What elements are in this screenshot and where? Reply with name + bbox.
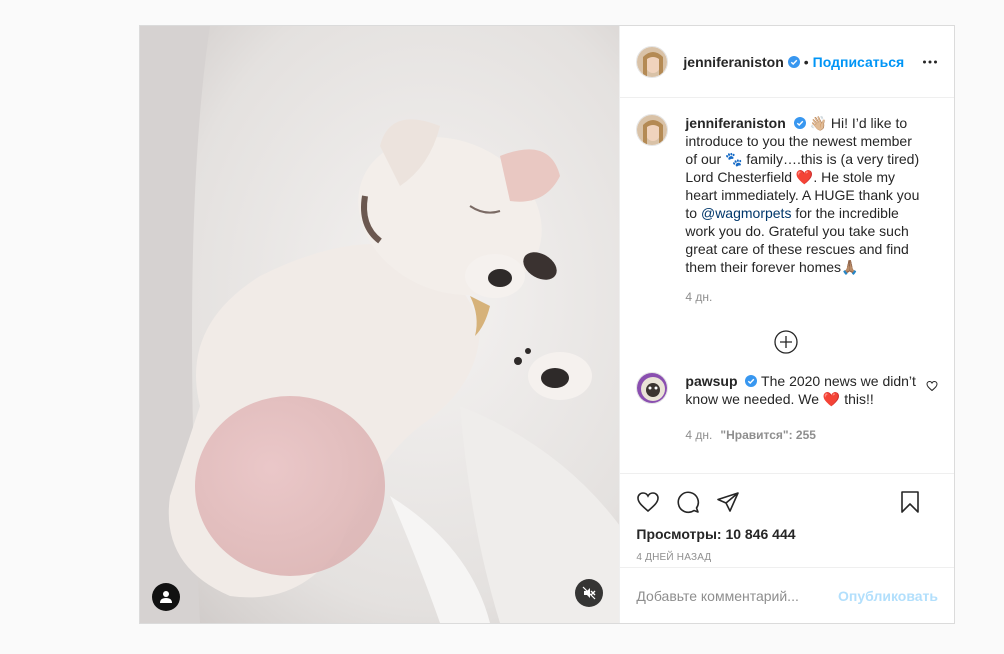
action-icons	[636, 482, 938, 522]
comment-input[interactable]	[636, 587, 839, 604]
view-count[interactable]: Просмотры: 10 846 444	[636, 526, 938, 542]
comment-username[interactable]: pawsup	[685, 373, 737, 389]
post-container: jenniferaniston • Подписаться jenniferan…	[139, 25, 955, 624]
puppy-photo	[140, 26, 620, 623]
avatar-image	[637, 373, 668, 403]
caption-avatar[interactable]	[636, 114, 669, 146]
post-sidebar: jenniferaniston • Подписаться jenniferan…	[619, 26, 954, 623]
post-actions: Просмотры: 10 846 444 4 ДНЕЙ НАЗАД	[620, 473, 954, 567]
comment-icon[interactable]	[676, 490, 700, 514]
heart-icon[interactable]	[636, 490, 660, 514]
comment-likes[interactable]: "Нравится": 255	[720, 428, 816, 442]
more-icon[interactable]	[922, 54, 938, 70]
mention-link[interactable]: @wagmorpets	[701, 205, 791, 221]
comment-meta: 4 дн. "Нравится": 255	[685, 426, 923, 444]
comment-time[interactable]: 4 дн.	[685, 428, 712, 442]
add-comment-bar: Опубликовать	[620, 567, 954, 623]
save-icon[interactable]	[898, 490, 922, 514]
caption-time[interactable]: 4 дн.	[685, 288, 923, 306]
comment-item: pawsup The 2020 news we didn’t know we n…	[636, 372, 938, 444]
comments-section: jenniferaniston 👋🏼 Hi! I’d like to intro…	[620, 98, 954, 473]
avatar-image	[637, 46, 668, 77]
author-avatar[interactable]	[636, 45, 669, 78]
verified-icon	[793, 117, 806, 129]
separator-dot: •	[803, 53, 809, 70]
caption-username[interactable]: jenniferaniston	[685, 115, 785, 131]
post-time[interactable]: 4 ДНЕЙ НАЗАД	[636, 552, 938, 563]
mute-icon	[582, 586, 596, 600]
load-more-icon[interactable]	[774, 330, 799, 354]
caption: jenniferaniston 👋🏼 Hi! I’d like to intro…	[636, 114, 938, 306]
author-username[interactable]: jenniferaniston	[683, 54, 783, 70]
follow-button[interactable]: Подписаться	[813, 54, 905, 70]
user-tag-button[interactable]	[152, 583, 180, 611]
caption-body: jenniferaniston 👋🏼 Hi! I’d like to intro…	[685, 114, 923, 306]
post-video[interactable]	[140, 26, 620, 623]
publish-button[interactable]: Опубликовать	[838, 588, 938, 604]
comment-body: pawsup The 2020 news we didn’t know we n…	[685, 372, 923, 444]
verified-icon	[745, 375, 758, 387]
comment-avatar[interactable]	[636, 372, 669, 404]
post-header: jenniferaniston • Подписаться	[620, 26, 954, 98]
verified-icon	[787, 55, 800, 68]
comment-like-icon[interactable]	[926, 380, 938, 392]
share-icon[interactable]	[716, 490, 740, 514]
user-tag-icon	[160, 591, 172, 603]
avatar-image	[637, 115, 668, 145]
